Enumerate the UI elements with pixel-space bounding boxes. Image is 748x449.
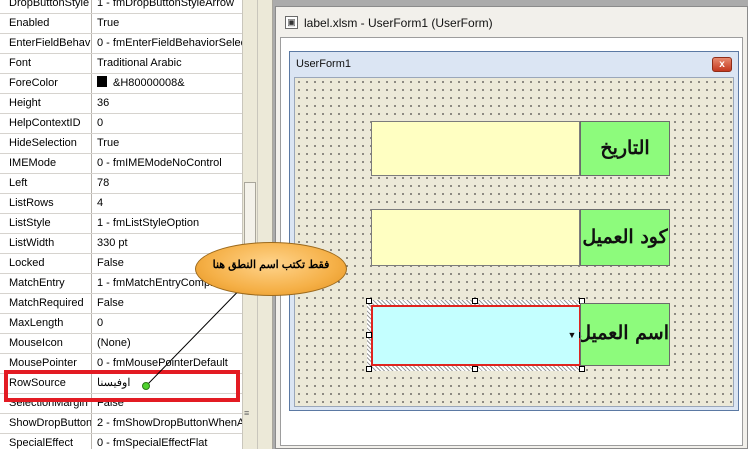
property-name: ListWidth	[0, 234, 92, 253]
property-value[interactable]: Traditional Arabic	[97, 54, 242, 73]
property-value[interactable]: 0	[97, 314, 242, 333]
property-value[interactable]: 36	[97, 94, 242, 113]
callout-text: فقط تكتب اسم النطق هنا	[212, 259, 330, 271]
property-name: DropButtonStyle	[0, 0, 92, 13]
property-row-liststyle[interactable]: ListStyle 1 - fmListStyleOption	[0, 214, 242, 234]
property-name: MouseIcon	[0, 334, 92, 353]
property-name: IMEMode	[0, 154, 92, 173]
property-row-hideselection[interactable]: HideSelection True	[0, 134, 242, 154]
property-value[interactable]: 78	[97, 174, 242, 193]
property-name: EnterFieldBehavior	[0, 34, 92, 53]
customer-name-label[interactable]: اسم العميل	[580, 303, 670, 366]
property-row-mouseicon[interactable]: MouseIcon (None)	[0, 334, 242, 354]
property-row-listrows[interactable]: ListRows 4	[0, 194, 242, 214]
property-value[interactable]: &H80000008&	[97, 74, 242, 93]
property-value[interactable]: (None)	[97, 334, 242, 353]
property-row-listwidth[interactable]: ListWidth 330 pt	[0, 234, 242, 254]
resize-grip-icon[interactable]: ≡	[244, 408, 249, 418]
userform-title: UserForm1	[296, 58, 352, 70]
property-row-matchrequired[interactable]: MatchRequired False	[0, 294, 242, 314]
close-icon[interactable]: x	[712, 57, 732, 72]
customer-code-label[interactable]: كود العميل	[580, 209, 670, 266]
property-name: ListRows	[0, 194, 92, 213]
customer-code-textbox[interactable]	[371, 209, 580, 266]
property-row-showdropbuttonwhen[interactable]: ShowDropButtonWhen 2 - fmShowDropButtonWh…	[0, 414, 242, 434]
color-swatch-icon	[97, 76, 107, 87]
property-name: HelpContextID	[0, 114, 92, 133]
property-row-dropbuttonstyle[interactable]: DropButtonStyle 1 - fmDropButtonStyleArro…	[0, 0, 242, 14]
property-row-font[interactable]: Font Traditional Arabic	[0, 54, 242, 74]
property-row-imemode[interactable]: IMEMode 0 - fmIMEModeNoControl	[0, 154, 242, 174]
property-name: Height	[0, 94, 92, 113]
resize-handle-w[interactable]	[366, 332, 372, 338]
property-row-helpcontextid[interactable]: HelpContextID 0	[0, 114, 242, 134]
property-name: MaxLength	[0, 314, 92, 333]
property-name: ForeColor	[0, 74, 92, 93]
resize-handle-sw[interactable]	[366, 366, 372, 372]
property-row-specialeffect[interactable]: SpecialEffect 0 - fmSpecialEffectFlat	[0, 434, 242, 449]
property-value[interactable]: 0	[97, 114, 242, 133]
designer-window-titlebar[interactable]: ▣ label.xlsm - UserForm1 (UserForm)	[276, 7, 747, 37]
property-value[interactable]: 0 - fmEnterFieldBehaviorSelectAll	[97, 34, 242, 53]
pane-splitter[interactable]	[257, 0, 273, 449]
property-value[interactable]: False	[97, 294, 242, 313]
forecolor-value: &H80000008&	[113, 77, 185, 89]
resize-handle-se[interactable]	[579, 366, 585, 372]
property-name: ListStyle	[0, 214, 92, 233]
property-value[interactable]: 0 - fmIMEModeNoControl	[97, 154, 242, 173]
form-icon: ▣	[285, 16, 298, 29]
userform-titlebar[interactable]: UserForm1 x	[290, 52, 738, 77]
property-row-left[interactable]: Left 78	[0, 174, 242, 194]
resize-handle-nw[interactable]	[366, 298, 372, 304]
chevron-down-icon[interactable]: ▼	[565, 307, 579, 364]
customer-name-combobox[interactable]	[371, 305, 580, 366]
date-textbox[interactable]	[371, 121, 580, 176]
property-row-maxlength[interactable]: MaxLength 0	[0, 314, 242, 334]
property-value[interactable]: 2 - fmShowDropButtonWhenAlways	[97, 414, 242, 433]
property-value[interactable]: 1 - fmListStyleOption	[97, 214, 242, 233]
date-label[interactable]: التاريخ	[580, 121, 670, 176]
designer-window-title: label.xlsm - UserForm1 (UserForm)	[304, 16, 493, 30]
property-value[interactable]: True	[97, 14, 242, 33]
property-value[interactable]: 1 - fmDropButtonStyleArrow	[97, 0, 242, 13]
property-value[interactable]: True	[97, 134, 242, 153]
property-name: MatchEntry	[0, 274, 92, 293]
property-row-height[interactable]: Height 36	[0, 94, 242, 114]
property-name: Left	[0, 174, 92, 193]
properties-scrollbar[interactable]	[242, 0, 257, 449]
property-row-enabled[interactable]: Enabled True	[0, 14, 242, 34]
property-name: Enabled	[0, 14, 92, 33]
property-name: ShowDropButtonWhen	[0, 414, 92, 433]
rowsource-highlight-box	[4, 370, 240, 402]
property-name: SpecialEffect	[0, 434, 92, 449]
resize-handle-n[interactable]	[472, 298, 478, 304]
property-value[interactable]: 4	[97, 194, 242, 213]
property-row-enterfieldbehavior[interactable]: EnterFieldBehavior 0 - fmEnterFieldBehavi…	[0, 34, 242, 54]
property-value[interactable]: 0 - fmSpecialEffectFlat	[97, 434, 242, 449]
property-name: Locked	[0, 254, 92, 273]
property-name: MatchRequired	[0, 294, 92, 313]
property-row-forecolor[interactable]: ForeColor &H80000008&	[0, 74, 242, 94]
property-name: HideSelection	[0, 134, 92, 153]
property-name: Font	[0, 54, 92, 73]
resize-handle-s[interactable]	[472, 366, 478, 372]
